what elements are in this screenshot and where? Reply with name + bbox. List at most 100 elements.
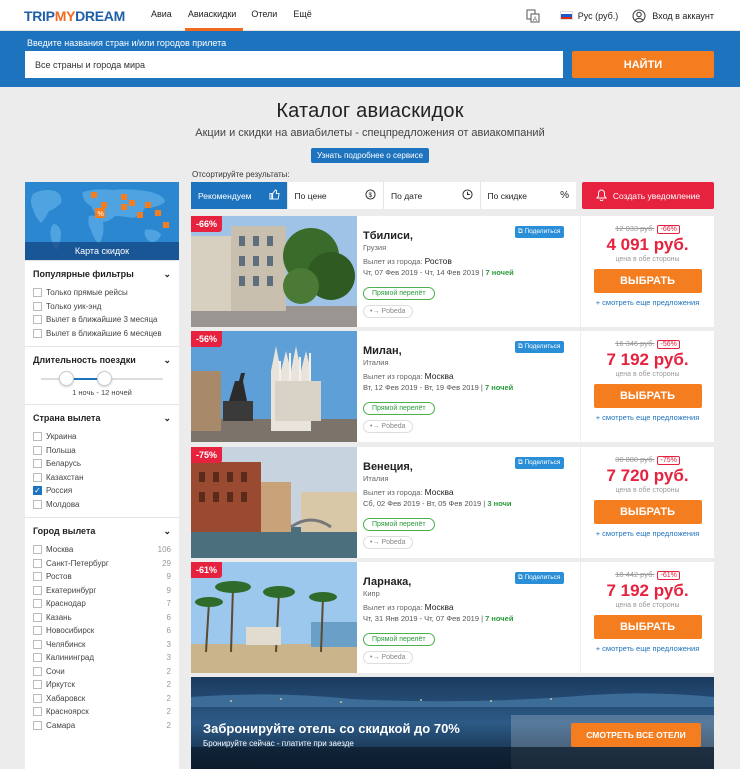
deal-card[interactable]: -61% Ларнака, Кипр ⧉ Поделиться Вылет из гор… [191,562,714,673]
checkbox[interactable] [33,707,42,717]
deal-card[interactable]: -75% Венеция, Италия ⧉ Поделиться Вылет из г… [191,447,714,558]
checkbox[interactable]: ✓ [33,486,42,496]
filter-6-months[interactable]: Вылет в ближайшие 6 месяцев [33,327,171,341]
sort-by-price[interactable]: По цене $ [288,182,384,209]
destination-photo[interactable]: -66% [191,216,357,327]
nav-hotels[interactable]: Отели [251,0,285,31]
currency-selector[interactable]: Рус (руб.) [578,11,619,21]
destination-city[interactable]: Венеция, [363,461,413,473]
checkbox[interactable] [33,693,42,703]
tripmydream-logo[interactable]: TRIPMYDREAM [24,8,125,24]
duration-slider[interactable] [41,370,163,388]
country-option[interactable]: Беларусь [33,457,171,471]
checkbox[interactable] [33,558,42,568]
select-deal-button[interactable]: ВЫБРАТЬ [593,615,702,639]
checkbox[interactable] [33,666,42,676]
checkbox[interactable] [33,599,42,609]
checkbox[interactable] [33,301,42,311]
destination-photo[interactable]: -75% [191,447,357,558]
city-option[interactable]: Сочи 2 [33,665,171,679]
checkbox[interactable] [33,720,42,730]
translate-icon[interactable]: A [526,9,540,23]
checkbox[interactable] [33,328,42,338]
learn-more-button[interactable]: Узнать подробнее о сервисе [310,148,430,163]
checkbox[interactable] [33,572,42,582]
destination-photo[interactable]: -61% [191,562,357,673]
checkbox[interactable] [33,432,42,442]
more-offers-link[interactable]: + смотреть еще предложения [581,298,714,307]
city-option[interactable]: Санкт-Петербург 29 [33,557,171,571]
select-deal-button[interactable]: ВЫБРАТЬ [593,269,702,293]
country-option[interactable]: Молдова [33,498,171,512]
chevron-down-icon[interactable]: ⌄ [163,269,171,280]
login-link[interactable]: Вход в аккаунт [652,11,714,21]
city-option[interactable]: Челябинск 3 [33,638,171,652]
hotel-promo-banner[interactable]: Забронируйте отель со скидкой до 70% Бро… [191,677,714,769]
city-option[interactable]: Ростов 9 [33,570,171,584]
country-option[interactable]: Казахстан [33,471,171,485]
city-option[interactable]: Екатеринбург 9 [33,584,171,598]
city-option[interactable]: Казань 6 [33,611,171,625]
chevron-down-icon[interactable]: ⌄ [163,413,171,424]
checkbox[interactable] [33,612,42,622]
more-offers-link[interactable]: + смотреть еще предложения [581,529,714,538]
checkbox[interactable] [33,545,42,555]
nav-aviaskidki[interactable]: Авиаскидки [184,0,244,31]
city-option[interactable]: Краснодар 7 [33,597,171,611]
checkbox[interactable] [33,585,42,595]
checkbox[interactable] [33,315,42,325]
destination-city[interactable]: Тбилиси, [363,230,413,242]
city-option[interactable]: Красноярск 2 [33,705,171,719]
city-option[interactable]: Калининград 3 [33,651,171,665]
nav-more[interactable]: Ещё [293,0,319,31]
checkbox[interactable] [33,499,42,509]
filter-direct-only[interactable]: Только прямые рейсы [33,286,171,300]
select-deal-button[interactable]: ВЫБРАТЬ [593,384,702,408]
filter-3-months[interactable]: Вылет в ближайшие 3 месяца [33,313,171,327]
share-button[interactable]: ⧉ Поделиться [515,572,565,584]
share-button[interactable]: ⧉ Поделиться [515,457,565,469]
user-icon[interactable] [632,8,646,23]
checkbox[interactable] [33,653,42,663]
country-option[interactable]: Польша [33,444,171,458]
country-option[interactable]: ✓ Россия [33,484,171,498]
city-option[interactable]: Самара 2 [33,719,171,733]
see-all-hotels-button[interactable]: СМОТРЕТЬ ВСЕ ОТЕЛИ [571,723,701,747]
chevron-down-icon[interactable]: ⌄ [163,355,171,366]
checkbox[interactable] [33,445,42,455]
filter-weekend-only[interactable]: Только уик-энд [33,300,171,314]
city-option[interactable]: Иркутск 2 [33,678,171,692]
checkbox[interactable] [33,680,42,690]
more-offers-link[interactable]: + смотреть еще предложения [581,413,714,422]
checkbox[interactable] [33,626,42,636]
destination-search-input[interactable] [25,51,563,78]
search-button[interactable]: НАЙТИ [572,51,714,78]
duration-min-handle[interactable] [59,371,74,386]
deal-card[interactable]: -56% Милан, Италия ⧉ Поделиться Вылет из гор… [191,331,714,442]
city-option[interactable]: Хабаровск 2 [33,692,171,706]
nav-avia[interactable]: Авиа [151,0,180,31]
sort-recommended[interactable]: Рекомендуем [191,182,288,209]
checkbox[interactable] [33,459,42,469]
duration-max-handle[interactable] [97,371,112,386]
sort-by-discount[interactable]: По скидке % [481,182,577,209]
select-deal-button[interactable]: ВЫБРАТЬ [593,500,702,524]
city-option[interactable]: Новосибирск 6 [33,624,171,638]
sort-by-date[interactable]: По дате [384,182,481,209]
discount-map[interactable]: % Карта скидок [25,182,179,260]
more-offers-link[interactable]: + смотреть еще предложения [581,644,714,653]
deal-card[interactable]: -66% Тбилиси, Грузия ⧉ Поделиться Вылет из г… [191,216,714,327]
destination-photo[interactable]: -56% [191,331,357,442]
russia-flag-icon[interactable] [559,11,573,20]
share-button[interactable]: ⧉ Поделиться [515,226,565,238]
share-button[interactable]: ⧉ Поделиться [515,341,565,353]
chevron-down-icon[interactable]: ⌄ [163,526,171,537]
destination-city[interactable]: Ларнака, [363,576,411,588]
country-option[interactable]: Украина [33,430,171,444]
destination-city[interactable]: Милан, [363,345,402,357]
checkbox[interactable] [33,472,42,482]
create-alert-button[interactable]: Создать уведомление [582,182,714,209]
city-option[interactable]: Москва 106 [33,543,171,557]
checkbox[interactable] [33,639,42,649]
checkbox[interactable] [33,288,42,298]
